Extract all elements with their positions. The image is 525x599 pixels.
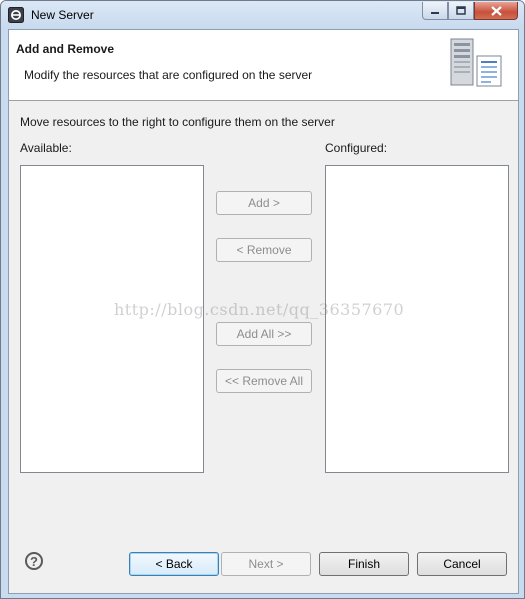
watermark-text: http://blog.csdn.net/qq_36357670 [114, 300, 405, 319]
window-controls [422, 2, 518, 21]
close-icon [490, 5, 502, 16]
remove-all-button[interactable]: << Remove All [216, 369, 312, 393]
page-title: Add and Remove [16, 42, 115, 56]
help-icon[interactable]: ? [25, 552, 43, 570]
maximize-button[interactable] [448, 2, 474, 20]
server-config-icon [450, 38, 502, 87]
new-server-window: New Server Add and Remove Modify the res… [0, 0, 525, 599]
finish-button[interactable]: Finish [319, 552, 409, 576]
close-button[interactable] [474, 2, 518, 20]
title-bar[interactable]: New Server [1, 1, 524, 29]
add-button[interactable]: Add > [216, 191, 312, 215]
configured-list[interactable] [325, 165, 509, 473]
instruction-text: Move resources to the right to configure… [20, 115, 335, 129]
minimize-button[interactable] [422, 2, 448, 20]
cancel-button[interactable]: Cancel [417, 552, 507, 576]
dialog-body: Add and Remove Modify the resources that… [8, 29, 519, 594]
page-description: Modify the resources that are configured… [24, 68, 313, 82]
wizard-header: Add and Remove Modify the resources that… [9, 30, 518, 101]
configured-label: Configured: [325, 141, 388, 155]
eclipse-app-icon [8, 7, 24, 23]
add-all-button[interactable]: Add All >> [216, 322, 312, 346]
next-button[interactable]: Next > [221, 552, 311, 576]
window-title: New Server [31, 8, 94, 22]
available-list[interactable] [20, 165, 204, 473]
back-button[interactable]: < Back [129, 552, 219, 576]
maximize-icon [456, 6, 466, 15]
remove-button[interactable]: < Remove [216, 238, 312, 262]
minimize-icon [431, 11, 439, 14]
available-label: Available: [20, 141, 72, 155]
